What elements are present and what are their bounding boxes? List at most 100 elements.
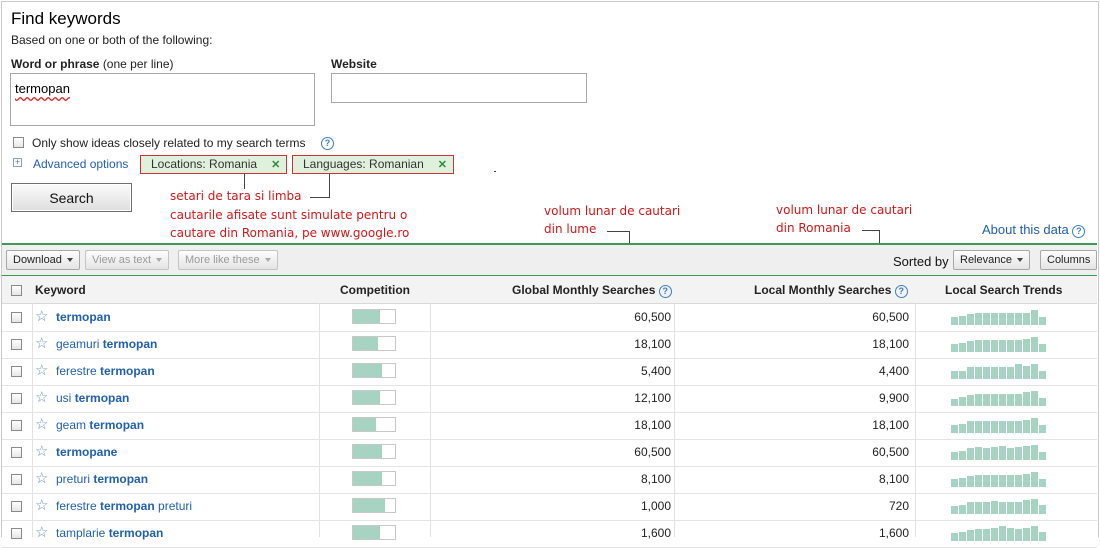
competition-column-header[interactable]: Competition xyxy=(340,283,410,297)
help-icon[interactable]: ? xyxy=(894,285,908,298)
trend-bar xyxy=(1023,500,1030,514)
star-icon[interactable]: ☆ xyxy=(35,390,48,405)
table-row: ☆ ferestre termopan preturi 1,000 720 xyxy=(2,493,1097,521)
star-icon[interactable]: ☆ xyxy=(35,363,48,378)
trend-bar xyxy=(983,367,990,379)
word-phrase-label-text: Word or phrase xyxy=(11,57,100,71)
trend-bar xyxy=(959,316,966,325)
trend-bar xyxy=(967,367,974,379)
website-input[interactable] xyxy=(331,73,587,103)
trend-bar xyxy=(999,340,1006,352)
keyword-prefix: tamplarie xyxy=(56,526,109,540)
help-icon[interactable]: ? xyxy=(1072,225,1086,238)
trend-bar xyxy=(967,314,974,325)
annotation-global-2: din lume xyxy=(544,222,597,236)
star-icon[interactable]: ☆ xyxy=(35,336,48,351)
word-phrase-textarea[interactable]: termopan xyxy=(10,73,315,126)
keyword-match: termopan xyxy=(89,418,145,432)
trend-bar xyxy=(975,421,982,433)
language-chip[interactable]: Languages: Romanian ✕ xyxy=(292,155,454,174)
expand-plus-icon[interactable]: + xyxy=(13,158,22,167)
global-searches-column-header[interactable]: Global Monthly Searches ? xyxy=(512,283,672,298)
keyword-prefix: ferestre xyxy=(56,364,101,378)
keyword-link[interactable]: tamplarie termopan xyxy=(56,526,163,540)
columns-button[interactable]: Columns xyxy=(1040,250,1098,270)
more-like-these-button[interactable]: More like these xyxy=(178,250,278,270)
remove-language-icon[interactable]: ✕ xyxy=(438,159,447,171)
word-phrase-value: termopan xyxy=(15,81,70,96)
view-as-text-label: View as text xyxy=(92,254,152,266)
trend-bar xyxy=(999,367,1006,379)
trend-bar xyxy=(951,317,958,325)
trend-bar xyxy=(975,502,982,514)
only-show-checkbox[interactable] xyxy=(13,137,24,148)
annotation-connector xyxy=(310,197,330,198)
row-checkbox[interactable] xyxy=(11,528,22,539)
local-searches-column-header[interactable]: Local Monthly Searches ? xyxy=(754,283,908,298)
trend-bar xyxy=(1023,339,1030,352)
table-row: ☆ termopan 60,500 60,500 xyxy=(2,304,1097,332)
keyword-link[interactable]: ferestre termopan preturi xyxy=(56,499,192,513)
row-checkbox[interactable] xyxy=(11,339,22,350)
row-checkbox[interactable] xyxy=(11,447,22,458)
trend-bar xyxy=(1039,317,1046,325)
page-title: Find keywords xyxy=(11,9,121,28)
keyword-link[interactable]: usi termopan xyxy=(56,391,129,405)
keyword-column-header[interactable]: Keyword xyxy=(35,283,86,297)
trend-bar xyxy=(1015,421,1022,433)
star-icon[interactable]: ☆ xyxy=(35,498,48,513)
select-all-checkbox[interactable] xyxy=(11,285,22,296)
keyword-link[interactable]: preturi termopan xyxy=(56,472,148,486)
view-as-text-button[interactable]: View as text xyxy=(85,250,170,270)
download-button[interactable]: Download xyxy=(6,250,80,270)
trend-bar xyxy=(951,533,958,541)
trend-bar xyxy=(967,448,974,460)
global-monthly-value: 12,100 xyxy=(634,391,671,405)
row-checkbox[interactable] xyxy=(11,420,22,431)
trend-bar xyxy=(991,528,998,541)
trend-bar xyxy=(959,397,966,406)
row-checkbox[interactable] xyxy=(11,312,22,323)
sort-select[interactable]: Relevance xyxy=(953,250,1030,270)
keyword-link[interactable]: geamuri termopan xyxy=(56,337,157,351)
row-checkbox[interactable] xyxy=(11,393,22,404)
local-monthly-value: 60,500 xyxy=(872,310,909,324)
keyword-link[interactable]: ferestre termopan xyxy=(56,364,155,378)
search-button[interactable]: Search xyxy=(11,183,132,212)
row-checkbox[interactable] xyxy=(11,501,22,512)
local-trend-chart xyxy=(951,496,1051,514)
trend-bar xyxy=(967,476,974,487)
annotation-connector xyxy=(329,174,330,198)
star-icon[interactable]: ☆ xyxy=(35,444,48,459)
keyword-link[interactable]: termopane xyxy=(56,445,117,459)
keyword-link[interactable]: termopan xyxy=(56,310,111,324)
keyword-link[interactable]: geam termopan xyxy=(56,418,144,432)
remove-location-icon[interactable]: ✕ xyxy=(271,159,280,171)
about-this-data-link[interactable]: About this data ? xyxy=(982,222,1086,238)
star-icon[interactable]: ☆ xyxy=(35,471,48,486)
trend-bar xyxy=(1007,502,1014,514)
trend-bar xyxy=(959,424,966,433)
advanced-options-link[interactable]: Advanced options xyxy=(33,157,128,171)
trend-bar xyxy=(975,394,982,406)
trend-bar xyxy=(1023,446,1030,460)
row-checkbox[interactable] xyxy=(11,474,22,485)
language-chip-label: Languages: Romanian xyxy=(303,157,424,171)
location-chip[interactable]: Locations: Romania ✕ xyxy=(140,155,288,174)
star-icon[interactable]: ☆ xyxy=(35,309,48,324)
global-monthly-value: 60,500 xyxy=(634,445,671,459)
help-icon[interactable]: ? xyxy=(321,137,334,150)
trend-bar xyxy=(975,340,982,352)
competition-bar xyxy=(352,390,396,405)
row-checkbox[interactable] xyxy=(11,366,22,377)
local-monthly-value: 60,500 xyxy=(872,445,909,459)
trend-bar xyxy=(1015,340,1022,352)
keyword-prefix: ferestre xyxy=(56,499,101,513)
trend-bar xyxy=(975,447,982,460)
star-icon[interactable]: ☆ xyxy=(35,417,48,432)
help-icon[interactable]: ? xyxy=(658,285,672,298)
star-icon[interactable]: ☆ xyxy=(35,525,48,540)
trend-bar xyxy=(983,394,990,406)
trend-bar xyxy=(1039,452,1046,460)
keyword-match: termopan xyxy=(93,472,149,486)
